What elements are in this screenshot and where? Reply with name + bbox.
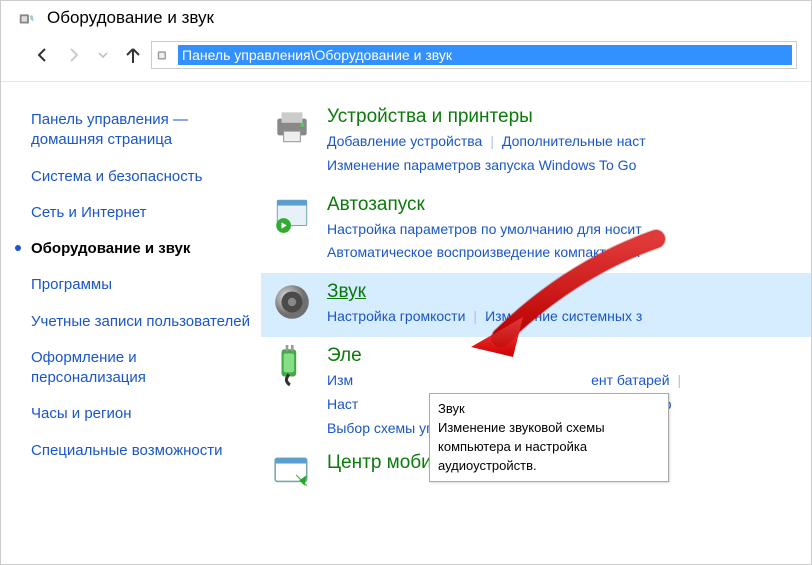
power-link-1b[interactable]: ент батарей xyxy=(591,372,669,388)
category-autoplay: Автозапуск Настройка параметров по умолч… xyxy=(261,186,811,274)
sidebar: Панель управления — домашняя страница Си… xyxy=(1,82,251,555)
sidebar-item-hardware[interactable]: Оборудование и звук xyxy=(31,231,251,267)
address-icon xyxy=(156,46,174,64)
forward-button[interactable] xyxy=(61,43,85,67)
sidebar-item-system[interactable]: Система и безопасность xyxy=(31,159,251,195)
tooltip-body: Изменение звуковой схемы компьютера и на… xyxy=(438,419,660,476)
titlebar: Оборудование и звук xyxy=(1,1,811,33)
hardware-sound-icon xyxy=(17,7,39,29)
devices-link-more[interactable]: Дополнительные наст xyxy=(502,133,646,149)
sidebar-item-programs[interactable]: Программы xyxy=(31,267,251,303)
tooltip: Звук Изменение звуковой схемы компьютера… xyxy=(429,393,669,482)
navbar: Панель управления\Оборудование и звук xyxy=(1,33,811,82)
power-link-2a[interactable]: Наст xyxy=(327,396,358,412)
sidebar-item-network[interactable]: Сеть и Интернет xyxy=(31,195,251,231)
devices-link-togo[interactable]: Изменение параметров запуска Windows To … xyxy=(327,157,636,173)
printer-icon xyxy=(271,106,313,148)
autoplay-title[interactable]: Автозапуск xyxy=(327,194,801,218)
power-title[interactable]: Эле xyxy=(327,345,801,369)
category-devices: Устройства и принтеры Добавление устройс… xyxy=(261,98,811,186)
autoplay-icon xyxy=(271,194,313,236)
autoplay-link-defaults[interactable]: Настройка параметров по умолчанию для но… xyxy=(327,221,642,237)
main-panel: Устройства и принтеры Добавление устройс… xyxy=(251,82,811,555)
sidebar-item-appearance[interactable]: Оформление и персонализация xyxy=(31,340,251,397)
content: Панель управления — домашняя страница Си… xyxy=(1,82,811,555)
power-link-1a[interactable]: Изм xyxy=(327,372,353,388)
back-button[interactable] xyxy=(31,43,55,67)
address-bar[interactable]: Панель управления\Оборудование и звук xyxy=(151,41,797,69)
power-icon xyxy=(271,345,313,387)
devices-link-add[interactable]: Добавление устройства xyxy=(327,133,482,149)
up-button[interactable] xyxy=(121,43,145,67)
autoplay-link-cd[interactable]: Автоматическое воспроизведение компакт-д… xyxy=(327,244,640,260)
window-title: Оборудование и звук xyxy=(47,8,214,28)
category-sound: Звук Настройка громкости|Изменение систе… xyxy=(261,273,811,337)
sidebar-home[interactable]: Панель управления — домашняя страница xyxy=(31,102,251,159)
recent-dropdown[interactable] xyxy=(91,43,115,67)
sound-link-system[interactable]: Изменение системных з xyxy=(485,308,642,324)
sidebar-item-clock[interactable]: Часы и регион xyxy=(31,396,251,432)
mobility-icon xyxy=(271,452,313,494)
sound-link-volume[interactable]: Настройка громкости xyxy=(327,308,465,324)
speaker-icon xyxy=(271,281,313,323)
sidebar-item-users[interactable]: Учетные записи пользователей xyxy=(31,304,251,340)
sidebar-item-accessibility[interactable]: Специальные возможности xyxy=(31,433,251,469)
address-text[interactable]: Панель управления\Оборудование и звук xyxy=(178,45,792,65)
tooltip-title: Звук xyxy=(438,400,660,419)
devices-title[interactable]: Устройства и принтеры xyxy=(327,106,801,130)
sound-title[interactable]: Звук xyxy=(327,281,801,305)
